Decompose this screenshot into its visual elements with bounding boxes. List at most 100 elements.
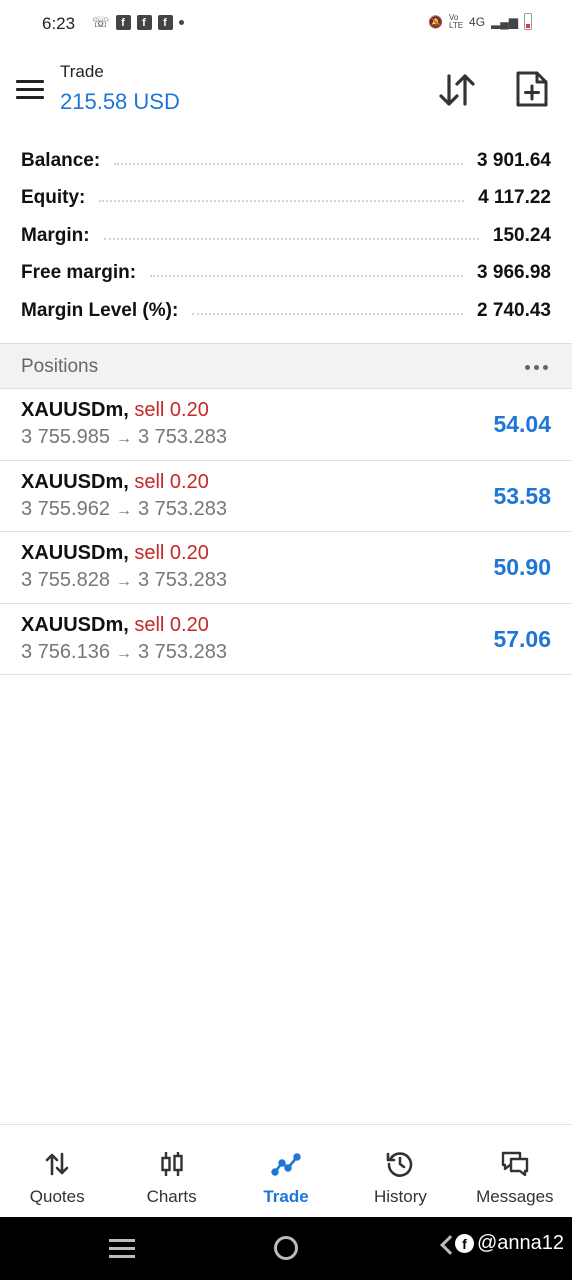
position-prices: 3 755.828 → 3 753.283 (21, 569, 227, 592)
arrow-right-icon: → (115, 644, 132, 662)
system-navigation-bar: f @anna12 (0, 1217, 572, 1280)
nav-label: Quotes (29, 1187, 85, 1206)
dotted-leader (99, 200, 465, 203)
bottom-navigation: Quotes Charts Trade History Messages (0, 1124, 572, 1217)
arrow-right-icon: → (115, 430, 132, 447)
status-time: 6:23 (42, 14, 76, 33)
page-title: Trade (60, 62, 104, 81)
chat-icon: ☏ (92, 14, 110, 30)
position-profit: 54.04 (493, 411, 551, 437)
summary-label: Free margin: (21, 262, 137, 284)
summary-value: 4 117.22 (478, 187, 551, 209)
nav-label: Charts (146, 1187, 197, 1206)
position-profit: 50.90 (493, 554, 551, 580)
nav-charts[interactable]: Charts (114, 1125, 228, 1217)
positions-title: Positions (21, 356, 99, 377)
position-profit: 53.58 (493, 482, 551, 509)
position-title: XAUUSDm, sell 0.20 (21, 471, 209, 494)
position-side: sell 0.20 (134, 542, 209, 564)
summary-value: 150.24 (492, 224, 551, 246)
current-price: 3 753.283 (137, 640, 227, 663)
network-label: 4G (469, 14, 486, 29)
position-row[interactable]: XAUUSDm, sell 0.20 3 755.985 → 3 753.283 5… (0, 389, 572, 461)
nav-label: Trade (263, 1187, 309, 1206)
summary-value: 3 901.64 (477, 149, 551, 171)
summary-row-balance: Balance: 3 901.64 (0, 142, 572, 180)
dotted-leader (114, 162, 464, 165)
nav-quotes[interactable]: Quotes (0, 1125, 114, 1217)
open-price: 3 755.985 (21, 426, 110, 448)
position-symbol: XAUUSDm, (21, 470, 129, 493)
position-symbol: XAUUSDm, (21, 399, 129, 421)
summary-row-margin: Margin: 150.24 (0, 217, 572, 255)
more-options-icon[interactable] (525, 365, 548, 370)
signal-icon: ▂▄▆ (491, 14, 518, 29)
summary-value: 2 740.43 (477, 299, 551, 321)
positions-header: Positions (0, 343, 572, 389)
positions-list: XAUUSDm, sell 0.20 3 755.985 → 3 753.283 5… (0, 389, 572, 675)
messages-icon (501, 1151, 529, 1177)
summary-row-equity: Equity: 4 117.22 (0, 180, 572, 218)
summary-label: Margin Level (%): (21, 299, 179, 321)
home-icon[interactable] (274, 1236, 298, 1260)
current-price: 3 753.283 (137, 569, 227, 591)
arrow-right-icon: → (115, 573, 132, 590)
trade-icon (271, 1153, 301, 1176)
app-header: Trade 215.58 USD (0, 56, 572, 126)
recent-apps-icon[interactable] (109, 1239, 135, 1263)
summary-label: Balance: (21, 149, 101, 171)
dotted-leader (192, 312, 464, 315)
position-profit: 57.06 (493, 625, 551, 652)
position-row[interactable]: XAUUSDm, sell 0.20 3 755.828 → 3 753.283 5… (0, 532, 572, 604)
menu-icon[interactable] (16, 80, 44, 100)
position-prices: 3 755.985 → 3 753.283 (21, 426, 227, 449)
nav-label: History (373, 1187, 427, 1206)
status-bar: 6:23 ☏ f f f 🔕 Vo LTE 4G ▂▄▆ (0, 0, 572, 48)
summary-value: 3 966.98 (477, 262, 551, 284)
current-price: 3 753.283 (137, 497, 227, 520)
open-price: 3 755.828 (21, 569, 110, 591)
summary-label: Equity: (21, 187, 86, 209)
summary-row-margin-level: Margin Level (%): 2 740.43 (0, 292, 572, 330)
history-icon (387, 1152, 413, 1177)
open-price: 3 756.136 (21, 640, 110, 663)
position-prices: 3 756.136 → 3 753.283 (21, 641, 227, 664)
dot-icon (178, 20, 184, 25)
new-order-icon[interactable] (515, 70, 549, 108)
facebook-icon: f (157, 15, 173, 30)
position-prices: 3 755.962 → 3 753.283 (21, 498, 227, 521)
volte-label: Vo LTE (449, 12, 464, 30)
position-side: sell 0.20 (134, 399, 209, 421)
dotted-leader (103, 237, 479, 240)
position-row[interactable]: XAUUSDm, sell 0.20 3 756.136 → 3 753.283 5… (0, 604, 572, 675)
nav-trade[interactable]: Trade (229, 1125, 343, 1217)
battery-icon (524, 13, 532, 30)
mute-icon: 🔕 (428, 14, 444, 29)
nav-history[interactable]: History (343, 1125, 457, 1217)
position-symbol: XAUUSDm, (21, 613, 129, 636)
facebook-icon: f (136, 15, 152, 30)
nav-label: Messages (476, 1187, 554, 1206)
position-side: sell 0.20 (134, 470, 209, 493)
position-symbol: XAUUSDm, (21, 542, 129, 564)
header-balance: 215.58 USD (60, 89, 180, 114)
facebook-icon: f (455, 1234, 474, 1253)
position-row[interactable]: XAUUSDm, sell 0.20 3 755.962 → 3 753.283 5… (0, 461, 572, 532)
position-title: XAUUSDm, sell 0.20 (21, 614, 209, 637)
position-side: sell 0.20 (134, 613, 209, 636)
charts-icon (160, 1152, 183, 1176)
quotes-icon (45, 1152, 69, 1176)
notification-icons: ☏ f f f (92, 14, 184, 31)
system-icons: 🔕 Vo LTE 4G ▂▄▆ (428, 13, 532, 30)
position-title: XAUUSDm, sell 0.20 (21, 399, 209, 422)
open-price: 3 755.962 (21, 497, 110, 520)
position-title: XAUUSDm, sell 0.20 (21, 542, 209, 565)
dotted-leader (150, 275, 464, 278)
arrow-right-icon: → (115, 501, 132, 519)
sort-icon[interactable] (438, 72, 476, 108)
account-summary: Balance: 3 901.64 Equity: 4 117.22 Margi… (0, 142, 572, 330)
current-price: 3 753.283 (137, 426, 227, 448)
summary-label: Margin: (21, 224, 90, 246)
summary-row-free-margin: Free margin: 3 966.98 (0, 255, 572, 293)
nav-messages[interactable]: Messages (458, 1125, 572, 1217)
